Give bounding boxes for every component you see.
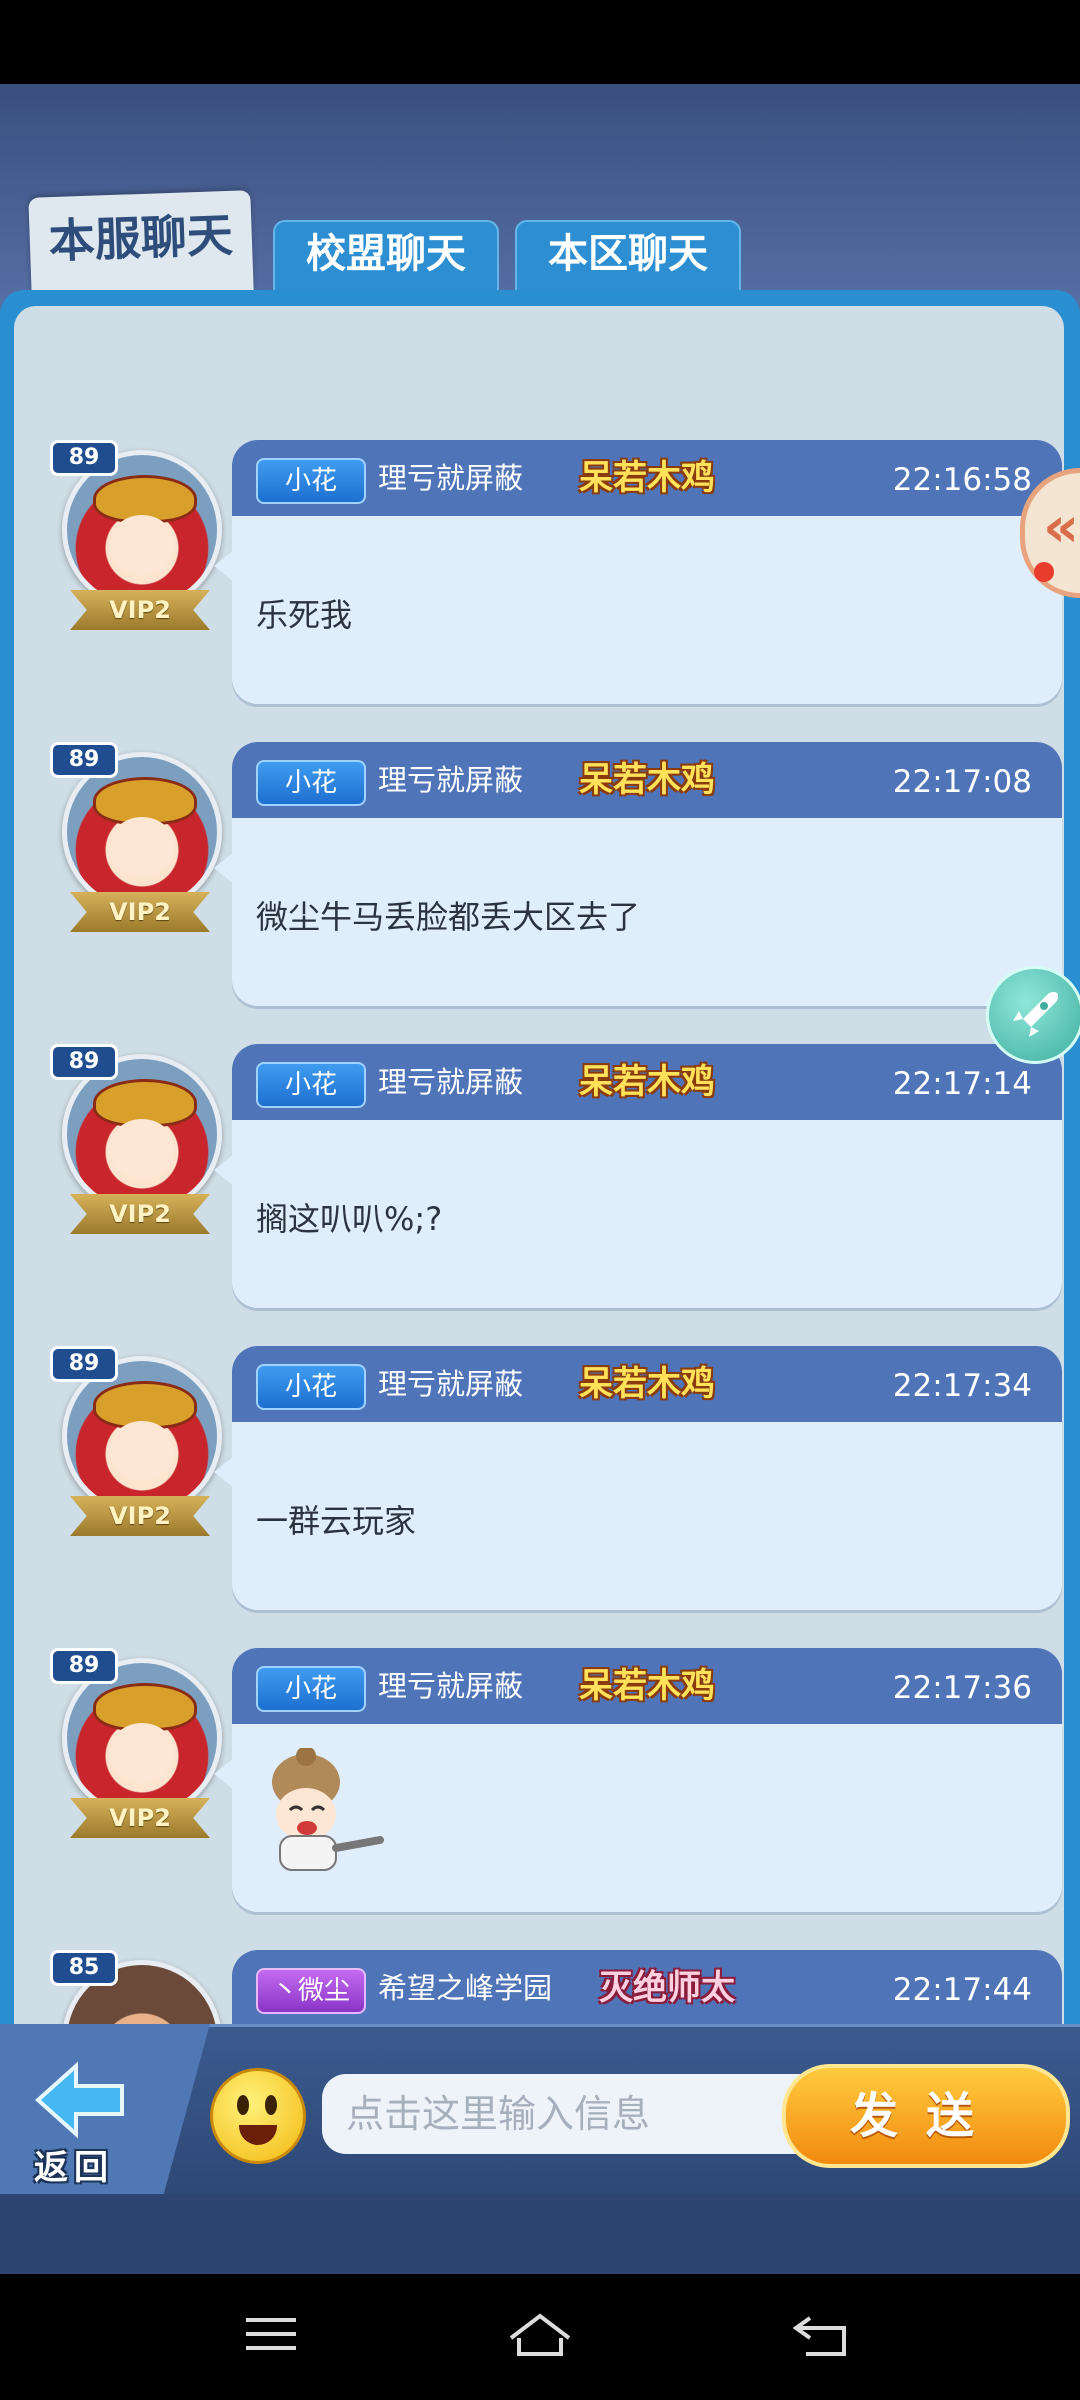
back-nav-icon[interactable]	[786, 2304, 856, 2364]
message-header: 丶微尘 希望之峰学园 灭绝师太 22:17:44	[232, 1950, 1062, 2026]
tab-alliance-chat[interactable]: 校盟聊天	[273, 220, 499, 294]
avatar[interactable]: 89 VIP2	[44, 1044, 222, 1244]
rocket-icon	[1013, 992, 1058, 1037]
guild-tag: 小花	[256, 1666, 366, 1712]
double-chevron-left-icon: «	[1043, 495, 1080, 560]
message-time: 22:17:36	[892, 1670, 1032, 1706]
message-time: 22:17:14	[892, 1066, 1032, 1102]
level-badge: 89	[50, 1044, 118, 1080]
sender-name[interactable]: 理亏就屏蔽	[378, 1362, 523, 1406]
message-text: 搁这叭叭%;?	[256, 1200, 443, 1238]
level-badge: 89	[50, 1648, 118, 1684]
message-text: 一群云玩家	[256, 1502, 417, 1540]
vip-ribbon: VIP2	[70, 1798, 210, 1838]
message-header: 小花 理亏就屏蔽 呆若木鸡 22:17:34	[232, 1346, 1062, 1422]
message-input[interactable]	[322, 2074, 842, 2154]
level-badge: 89	[50, 440, 118, 476]
title-badge: 呆若木鸡	[579, 458, 715, 498]
rocket-button[interactable]	[986, 966, 1080, 1064]
avatar[interactable]: 89 VIP2	[44, 1346, 222, 1546]
chat-message: 89 VIP2 小花 理亏就屏蔽 呆若木鸡 22:17:14 搁这叭叭%;?	[14, 1044, 1064, 1330]
title-badge: 呆若木鸡	[579, 1062, 715, 1102]
sender-name[interactable]: 理亏就屏蔽	[378, 1060, 523, 1104]
back-label[interactable]: 返回	[34, 2140, 114, 2189]
vip-ribbon: VIP2	[70, 892, 210, 932]
sender-name[interactable]: 理亏就屏蔽	[378, 1664, 523, 1708]
vip-ribbon: VIP2	[70, 1496, 210, 1536]
avatar[interactable]: 89 VIP2	[44, 1648, 222, 1848]
menu-icon[interactable]	[236, 2304, 306, 2364]
send-button[interactable]: 发送	[782, 2064, 1070, 2168]
message-bubble: 小花 理亏就屏蔽 呆若木鸡 22:16:58 乐死我	[232, 440, 1062, 704]
message-bubble: 小花 理亏就屏蔽 呆若木鸡 22:17:08 微尘牛马丢脸都丢大区去了	[232, 742, 1062, 1006]
chat-message: 89 VIP2 小花 理亏就屏蔽 呆若木鸡 22:17:34 一群云玩家	[14, 1346, 1064, 1632]
guild-tag: 丶微尘	[256, 1968, 366, 2014]
message-time: 22:17:44	[892, 1972, 1032, 2008]
message-header: 小花 理亏就屏蔽 呆若木鸡 22:16:58	[232, 440, 1062, 516]
back-arrow-icon[interactable]	[30, 2060, 130, 2140]
sender-name[interactable]: 理亏就屏蔽	[378, 456, 523, 500]
level-badge: 89	[50, 1346, 118, 1382]
vip-ribbon: VIP2	[70, 590, 210, 630]
chat-message-list[interactable]: 89 VIP2 小花 理亏就屏蔽 呆若木鸡 22:16:58 乐死我 89 VI…	[14, 306, 1064, 2056]
chat-message: 89 VIP2 小花 理亏就屏蔽 呆若木鸡 22:16:58 乐死我	[14, 440, 1064, 726]
message-time: 22:17:08	[892, 764, 1032, 800]
message-header: 小花 理亏就屏蔽 呆若木鸡 22:17:08	[232, 742, 1062, 818]
avatar[interactable]: 89 VIP2	[44, 742, 222, 942]
sticker-image[interactable]	[250, 1748, 390, 1878]
tab-server-chat[interactable]: 本服聊天	[28, 190, 254, 298]
message-time: 22:16:58	[892, 462, 1032, 498]
avatar[interactable]: 89 VIP2	[44, 440, 222, 640]
guild-tag: 小花	[256, 1364, 366, 1410]
home-icon[interactable]	[505, 2304, 575, 2364]
title-badge: 呆若木鸡	[579, 760, 715, 800]
level-badge: 85	[50, 1950, 118, 1986]
message-header: 小花 理亏就屏蔽 呆若木鸡 22:17:36	[232, 1648, 1062, 1724]
title-badge: 呆若木鸡	[579, 1666, 715, 1706]
chat-message: 89 VIP2 小花 理亏就屏蔽 呆若木鸡 22:17:08 微尘牛马丢脸都丢大…	[14, 742, 1064, 1028]
message-bubble: 小花 理亏就屏蔽 呆若木鸡 22:17:14 搁这叭叭%;?	[232, 1044, 1062, 1308]
emoji-icon[interactable]	[210, 2068, 306, 2164]
bottom-strip	[0, 2194, 1080, 2274]
message-time: 22:17:34	[892, 1368, 1032, 1404]
guild-tag: 小花	[256, 1062, 366, 1108]
guild-tag: 小花	[256, 458, 366, 504]
message-bubble: 小花 理亏就屏蔽 呆若木鸡 22:17:34 一群云玩家	[232, 1346, 1062, 1610]
sender-name[interactable]: 理亏就屏蔽	[378, 758, 523, 802]
notification-dot	[1034, 562, 1054, 582]
vip-ribbon: VIP2	[70, 1194, 210, 1234]
tab-region-chat[interactable]: 本区聊天	[515, 220, 741, 294]
chat-message: 89 VIP2 小花 理亏就屏蔽 呆若木鸡 22:17:36	[14, 1648, 1064, 1934]
level-badge: 89	[50, 742, 118, 778]
title-badge: 呆若木鸡	[579, 1364, 715, 1404]
guild-tag: 小花	[256, 760, 366, 806]
message-bubble: 小花 理亏就屏蔽 呆若木鸡 22:17:36	[232, 1648, 1062, 1912]
message-text: 微尘牛马丢脸都丢大区去了	[256, 898, 641, 936]
status-bar	[0, 0, 1080, 84]
title-badge: 灭绝师太	[599, 1968, 735, 2008]
sender-name[interactable]: 希望之峰学园	[378, 1966, 552, 2010]
message-header: 小花 理亏就屏蔽 呆若木鸡 22:17:14	[232, 1044, 1062, 1120]
system-nav-bar	[0, 2274, 1080, 2400]
message-text: 乐死我	[256, 596, 353, 634]
